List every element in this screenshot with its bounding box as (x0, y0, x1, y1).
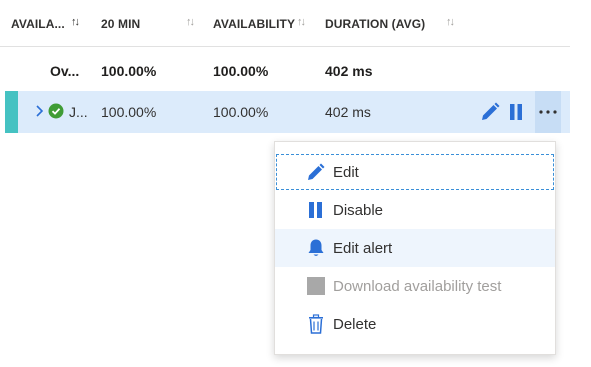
summary-duration: 402 ms (325, 63, 373, 79)
edit-pencil-icon[interactable] (479, 101, 501, 123)
grid-header: AVAILA... ↑↓ 20 MIN ↑↓ AVAILABILITY ↑↓ D… (0, 0, 570, 47)
menu-item-label: Edit (333, 164, 359, 181)
pause-icon[interactable] (508, 101, 524, 123)
trash-icon (309, 314, 323, 334)
status-indicator-bar (5, 91, 18, 133)
col-header-duration[interactable]: DURATION (AVG) (325, 17, 425, 31)
sort-icon[interactable]: ↑↓ (297, 16, 306, 28)
availability-grid: AVAILA... ↑↓ 20 MIN ↑↓ AVAILABILITY ↑↓ D… (0, 0, 570, 92)
sort-asc-icon[interactable]: ↑↓ (71, 16, 80, 28)
row-20min: 100.00% (101, 104, 157, 120)
summary-name: Ov... (50, 63, 80, 79)
summary-row: Ov... 100.00% 100.00% 402 ms (0, 47, 570, 92)
row-duration: 402 ms (325, 104, 371, 120)
menu-item-label: Disable (333, 202, 384, 219)
menu-item-label: Download availability test (333, 278, 502, 295)
menu-item-label: Delete (333, 316, 377, 333)
summary-20min: 100.00% (101, 63, 157, 79)
sort-icon[interactable]: ↑↓ (446, 16, 455, 28)
bell-icon (308, 239, 324, 256)
chevron-right-icon[interactable] (33, 102, 47, 120)
col-header-20min[interactable]: 20 MIN (101, 17, 140, 31)
sort-icon[interactable]: ↑↓ (186, 16, 195, 28)
row-availability: 100.00% (213, 104, 269, 120)
table-row[interactable]: J... 100.00% 100.00% 402 ms (5, 91, 570, 133)
menu-item-edit[interactable]: Edit (275, 153, 555, 191)
pause-icon (309, 202, 322, 218)
download-icon (307, 277, 325, 295)
context-menu: Edit Disable Edit alert Download availab… (274, 141, 556, 355)
row-name: J... (69, 104, 88, 120)
more-options-button[interactable] (535, 91, 561, 133)
more-options-icon (539, 110, 557, 114)
menu-item-disable[interactable]: Disable (275, 191, 555, 229)
menu-item-edit-alert[interactable]: Edit alert (275, 229, 555, 267)
col-header-availability[interactable]: AVAILABILITY (213, 17, 295, 31)
menu-item-label: Edit alert (333, 240, 393, 257)
menu-item-download-test[interactable]: Download availability test (275, 267, 555, 305)
check-circle-icon (48, 103, 64, 119)
summary-availability: 100.00% (213, 63, 269, 79)
col-header-availability-name[interactable]: AVAILA... (11, 17, 65, 31)
pencil-icon (308, 163, 325, 180)
menu-item-delete[interactable]: Delete (275, 305, 555, 343)
